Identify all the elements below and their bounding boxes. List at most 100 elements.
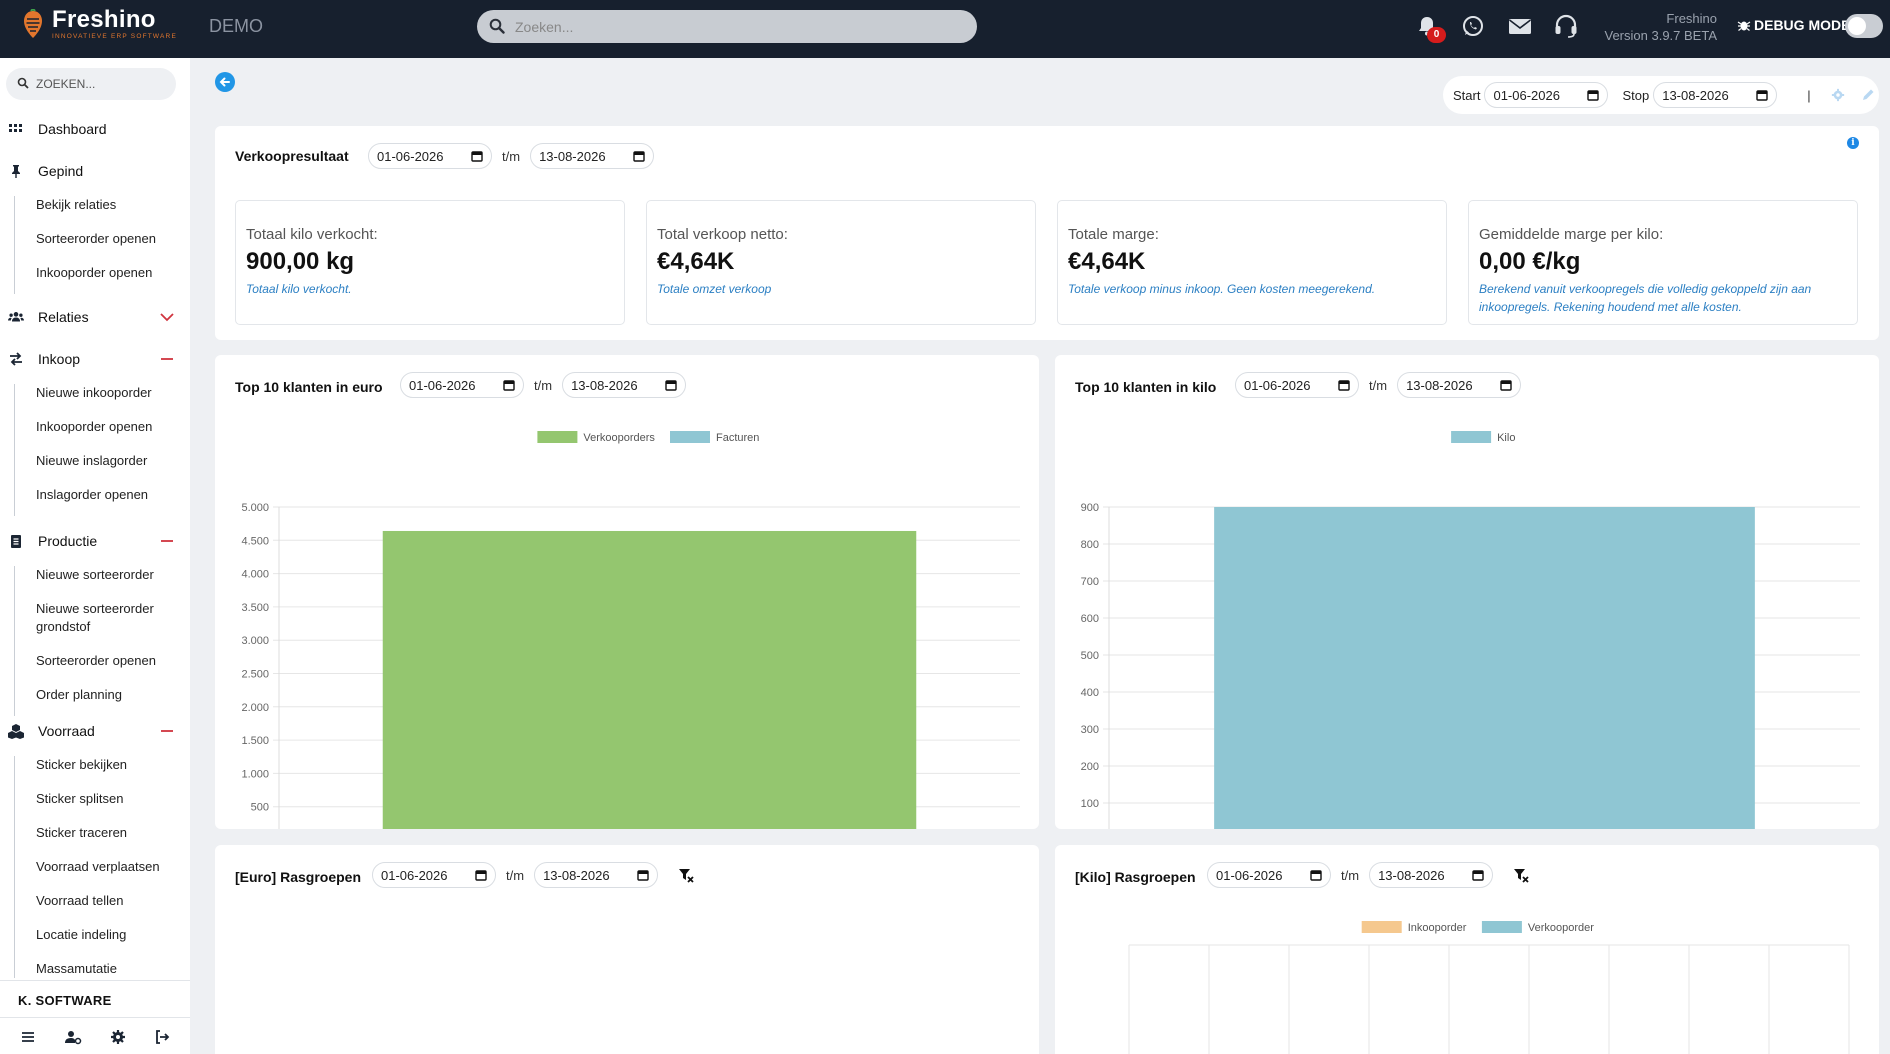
calendar-icon — [1472, 870, 1484, 881]
minus-icon[interactable] — [159, 351, 175, 367]
sidebar-search-input[interactable] — [36, 68, 171, 100]
sidebar-subitem[interactable]: Sorteerorder openen — [15, 230, 185, 248]
inkoop-submenu: Nieuwe inkooporder Inkooporder openen Ni… — [14, 384, 152, 516]
whatsapp-button[interactable] — [1461, 14, 1487, 40]
filter-clear-icon[interactable] — [1513, 867, 1529, 883]
kpi-label: Totale marge: — [1068, 226, 1159, 243]
legend-swatch — [670, 431, 710, 443]
chevron-down-icon[interactable] — [159, 309, 175, 325]
ras-euro-to-date[interactable]: 13-08-2026 — [534, 862, 659, 888]
menu-icon[interactable] — [20, 1029, 36, 1045]
user-name: K. SOFTWARE — [18, 993, 112, 1008]
start-date-value: 01-06-2026 — [1493, 87, 1560, 103]
y-tick-label: 4.500 — [241, 535, 269, 547]
logout-icon[interactable] — [154, 1029, 170, 1045]
top-customers-kilo-chart: 0100200300400500600700800900Freshino DEM… — [1081, 431, 1860, 829]
filter-clear-icon[interactable] — [678, 867, 694, 883]
y-tick-label: 300 — [1081, 724, 1099, 736]
debug-mode-toggle[interactable] — [1845, 14, 1883, 38]
date-value: 13-08-2026 — [1378, 867, 1445, 883]
notification-badge: 0 — [1427, 27, 1446, 43]
legend-swatch — [1451, 431, 1492, 443]
sidebar-subitem[interactable]: Nieuwe sorteerorder grondstof — [15, 600, 165, 636]
users-icon — [8, 312, 24, 322]
clipboard-icon — [11, 535, 21, 548]
stop-date-input[interactable]: 13-08-2026 — [1653, 82, 1778, 108]
sidebar-subitem[interactable]: Bekijk relaties — [15, 196, 185, 214]
ras-kilo-from-date[interactable]: 01-06-2026 — [1207, 862, 1331, 888]
boxes-icon — [8, 724, 24, 739]
y-tick-label: 4.000 — [241, 569, 269, 581]
settings-icon[interactable] — [1831, 88, 1845, 102]
minus-icon[interactable] — [159, 533, 175, 549]
pencil-icon[interactable] — [1861, 88, 1875, 102]
global-search[interactable] — [477, 10, 977, 43]
sidebar-subitem[interactable]: Nieuwe sorteerorder — [15, 566, 185, 584]
start-date-input[interactable]: 01-06-2026 — [1484, 82, 1609, 108]
sidebar-subitem[interactable]: Voorraad verplaatsen — [15, 858, 185, 876]
kpi-description: Berekend vanuit verkoopregels die volled… — [1479, 282, 1812, 314]
legend-swatch — [1481, 921, 1522, 933]
sidebar-item-label: Dashboard — [38, 121, 107, 137]
calendar-icon — [665, 380, 677, 391]
sidebar-item-relaties[interactable]: Relaties — [0, 300, 190, 334]
pin-icon — [12, 165, 20, 178]
messages-button[interactable] — [1507, 14, 1533, 40]
sidebar-item-voorraad[interactable]: Voorraad — [0, 714, 190, 748]
sidebar-item-productie[interactable]: Productie — [0, 524, 190, 558]
logo[interactable]: Freshino INNOVATIEVE ERP SOFTWARE — [22, 8, 177, 41]
legend-label: Inkooporder — [1408, 922, 1467, 934]
ras-kilo-to-date[interactable]: 13-08-2026 — [1369, 862, 1494, 888]
notifications-button[interactable]: 0 — [1415, 14, 1446, 43]
y-tick-label: 2.500 — [241, 669, 269, 681]
top-customers-euro-title: Top 10 klanten in euro — [235, 379, 383, 395]
info-icon[interactable]: i — [1847, 137, 1859, 149]
date-value: 01-06-2026 — [409, 377, 476, 393]
sidebar-item-pinned[interactable]: Gepind — [0, 154, 190, 188]
kpi-value: €4,64K — [657, 248, 735, 275]
kilo-from-date[interactable]: 01-06-2026 — [1235, 372, 1359, 398]
sidebar-subitem[interactable]: Sticker splitsen — [15, 790, 185, 808]
global-search-input[interactable] — [515, 10, 965, 43]
sidebar-subitem[interactable]: Massamutatie — [15, 960, 185, 978]
sidebar-subitem[interactable]: Inkooporder openen — [15, 418, 185, 436]
minus-icon[interactable] — [159, 723, 175, 739]
user-settings-icon[interactable] — [64, 1029, 82, 1045]
euro-to-date[interactable]: 13-08-2026 — [562, 372, 687, 398]
euro-from-date[interactable]: 01-06-2026 — [400, 372, 524, 398]
date-value: 01-06-2026 — [377, 148, 444, 164]
app-name: Freshino — [1666, 11, 1717, 26]
back-button[interactable] — [215, 72, 235, 92]
legend-label: Verkooporder — [1528, 922, 1594, 934]
variety-groups-kilo-title: [Kilo] Rasgroepen — [1075, 869, 1196, 885]
calendar-icon — [1587, 90, 1600, 101]
sidebar-item-dashboard[interactable]: Dashboard — [0, 112, 190, 146]
sidebar-subitem[interactable]: Nieuwe inslagorder — [15, 452, 185, 470]
sidebar-subitem[interactable]: Sorteerorder openen — [15, 652, 185, 670]
sidebar-subitem[interactable]: Voorraad tellen — [15, 892, 185, 910]
sidebar-subitem[interactable]: Nieuwe inkooporder — [15, 384, 185, 402]
sidebar-subitem[interactable]: Order planning — [15, 686, 185, 704]
y-tick-label: 800 — [1081, 539, 1099, 551]
ras-euro-from-date[interactable]: 01-06-2026 — [372, 862, 496, 888]
sales-to-date[interactable]: 13-08-2026 — [530, 143, 655, 169]
y-tick-label: 200 — [1081, 761, 1099, 773]
brand-name: Freshino — [52, 6, 156, 33]
kpi-description: Totale omzet verkoop — [657, 282, 772, 296]
sidebar-subitem[interactable]: Locatie indeling — [15, 926, 185, 944]
sidebar-subitem[interactable]: Inslagorder openen — [15, 486, 185, 504]
sidebar-subitem[interactable]: Sticker traceren — [15, 824, 185, 842]
version-info: Freshino Version 3.9.7 BETA — [1605, 10, 1718, 44]
bar — [382, 530, 917, 829]
sales-from-date[interactable]: 01-06-2026 — [368, 143, 492, 169]
kpi-value: 900,00 kg — [246, 248, 355, 275]
gear-icon[interactable] — [110, 1029, 126, 1045]
sidebar-item-inkoop[interactable]: Inkoop — [0, 342, 190, 376]
support-button[interactable] — [1553, 14, 1579, 40]
kpi-card-avg-margin: Gemiddelde marge per kilo: 0,00 €/kg Ber… — [1468, 200, 1858, 325]
kilo-to-date[interactable]: 13-08-2026 — [1397, 372, 1522, 398]
sidebar-subitem[interactable]: Sticker bekijken — [15, 756, 185, 774]
sidebar-search[interactable] — [6, 68, 176, 100]
sidebar-subitem[interactable]: Inkooporder openen — [15, 264, 185, 282]
calendar-icon — [1310, 870, 1322, 881]
